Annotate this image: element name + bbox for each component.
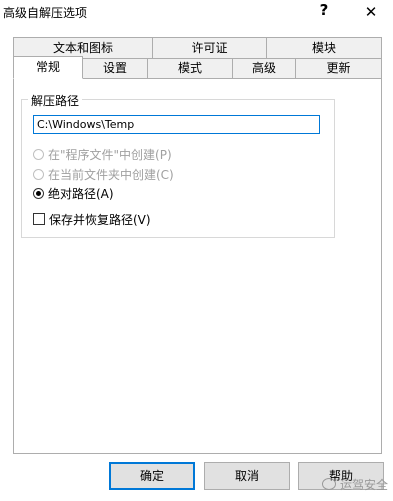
extract-path-group-label: 解压路径 bbox=[28, 92, 83, 109]
save-restore-path-checkbox-row[interactable]: 保存并恢复路径(V) bbox=[33, 211, 151, 227]
radio-label: 在"程序文件"中创建(P) bbox=[48, 147, 172, 162]
tab-license[interactable]: 许可证 bbox=[152, 37, 267, 59]
checkbox-label: 保存并恢复路径(V) bbox=[49, 212, 151, 227]
tab-label: 文本和图标 bbox=[52, 41, 113, 55]
tab-label: 模块 bbox=[311, 41, 336, 55]
tab-label: 模式 bbox=[177, 61, 202, 75]
tab-label: 许可证 bbox=[191, 41, 228, 55]
extract-path-input[interactable] bbox=[33, 115, 320, 134]
watermark-text: 运驾安全 bbox=[340, 477, 389, 492]
tab-advanced[interactable]: 高级 bbox=[232, 58, 296, 79]
tab-modules[interactable]: 模块 bbox=[266, 37, 382, 59]
ok-button[interactable]: 确定 bbox=[109, 462, 195, 490]
close-icon[interactable]: ✕ bbox=[364, 3, 378, 21]
tab-label: 设置 bbox=[102, 61, 127, 75]
radio-program-files[interactable]: 在"程序文件"中创建(P) bbox=[33, 146, 172, 162]
tab-mode[interactable]: 模式 bbox=[147, 58, 233, 79]
radio-label: 在当前文件夹中创建(C) bbox=[48, 167, 174, 182]
tab-general[interactable]: 常规 bbox=[13, 56, 83, 79]
tab-update[interactable]: 更新 bbox=[295, 58, 382, 79]
watermark: 运驾安全 bbox=[322, 474, 388, 494]
tab-label: 更新 bbox=[326, 61, 351, 75]
title-bar: 高级自解压选项 ? ✕ bbox=[0, 0, 393, 24]
tab-label: 高级 bbox=[251, 61, 276, 75]
cancel-button[interactable]: 取消 bbox=[204, 462, 290, 490]
radio-current-folder[interactable]: 在当前文件夹中创建(C) bbox=[33, 166, 174, 182]
radio-label: 绝对路径(A) bbox=[48, 186, 114, 201]
radio-button[interactable] bbox=[33, 187, 44, 199]
wechat-logo-icon bbox=[322, 478, 336, 490]
save-restore-path-checkbox[interactable] bbox=[33, 213, 45, 225]
radio-absolute-path[interactable]: 绝对路径(A) bbox=[33, 185, 114, 201]
radio-button[interactable] bbox=[33, 148, 44, 160]
tab-setup[interactable]: 设置 bbox=[82, 58, 148, 79]
window-title: 高级自解压选项 bbox=[3, 6, 88, 20]
radio-button[interactable] bbox=[33, 168, 44, 180]
help-icon[interactable]: ? bbox=[318, 1, 330, 19]
tab-label: 常规 bbox=[35, 60, 60, 74]
